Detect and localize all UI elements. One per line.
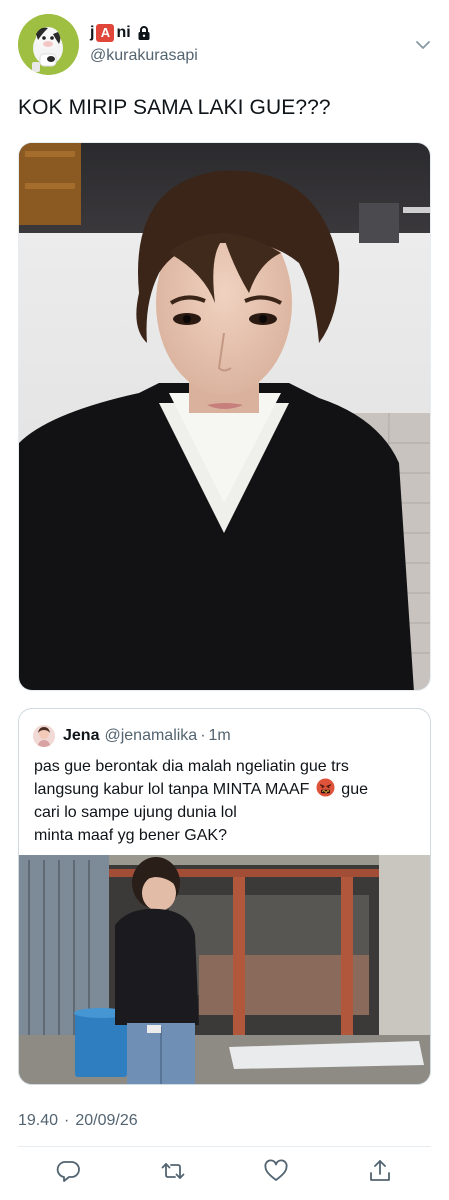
share-icon[interactable] — [367, 1158, 393, 1184]
like-icon[interactable] — [263, 1158, 289, 1184]
quote-time: 1m — [208, 727, 231, 744]
display-name-prefix: j — [90, 24, 95, 41]
divider — [18, 1146, 431, 1147]
angry-face-icon — [316, 778, 335, 797]
chevron-down-icon[interactable] — [414, 36, 432, 54]
quote-line: minta maaf yg bener GAK? — [34, 827, 227, 844]
quote-photo[interactable] — [19, 855, 430, 1084]
display-name-suffix: ni — [116, 24, 131, 41]
tweet-timestamp[interactable]: 19.40 · 20/09/26 — [18, 1112, 138, 1130]
quote-text: pas gue berontak dia malah ngeliatin gue… — [34, 755, 424, 847]
tweet-header: j A ni @kurakurasapi — [18, 14, 432, 76]
quote-line: langsung kabur lol tanpa MINTA MAAF gue — [34, 778, 424, 801]
display-name[interactable]: j A ni — [90, 23, 198, 43]
quote-separator: · — [200, 727, 206, 744]
user-names: j A ni @kurakurasapi — [90, 23, 198, 65]
quoted-tweet[interactable]: Jena @jenamalika · 1m pas gue berontak d… — [18, 708, 431, 1085]
timestamp-separator: · — [64, 1112, 70, 1129]
quote-author-name: Jena — [63, 727, 100, 744]
quote-author-handle: @jenamalika — [104, 727, 198, 744]
user-avatar[interactable] — [18, 14, 79, 75]
quote-avatar — [33, 725, 55, 747]
quote-line-segment: gue — [341, 781, 368, 798]
action-bar — [18, 1158, 431, 1188]
user-handle[interactable]: @kurakurasapi — [90, 47, 198, 65]
retweet-icon[interactable] — [160, 1158, 186, 1184]
quote-line: pas gue berontak dia malah ngeliatin gue… — [34, 758, 349, 775]
display-name-badge: A — [96, 24, 115, 42]
lock-icon — [136, 25, 152, 41]
tweet-text: KOK MIRIP SAMA LAKI GUE??? — [18, 96, 331, 119]
tweet-photo[interactable] — [18, 142, 431, 691]
timestamp-time: 19.40 — [18, 1112, 59, 1129]
quote-line: cari lo sampe ujung dunia lol — [34, 804, 237, 821]
quote-header: Jena @jenamalika · 1m — [33, 724, 231, 748]
timestamp-date: 20/09/26 — [75, 1112, 138, 1129]
quote-line-segment: langsung kabur lol tanpa MINTA MAAF — [34, 781, 310, 798]
reply-icon[interactable] — [56, 1158, 82, 1184]
